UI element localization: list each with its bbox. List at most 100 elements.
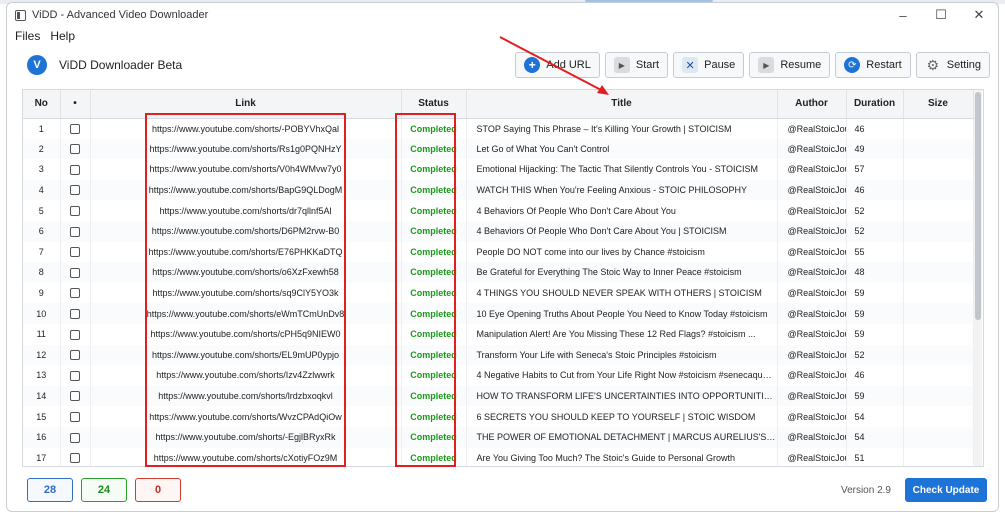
table-row[interactable]: 15 https://www.youtube.com/shorts/WvzCPAd… bbox=[23, 406, 974, 427]
column-header-size[interactable]: Size bbox=[903, 90, 974, 119]
row-status: Completed bbox=[401, 385, 467, 407]
row-checkbox bbox=[60, 200, 91, 221]
add-url-button[interactable]: + Add URL bbox=[515, 52, 600, 78]
setting-button[interactable]: ⚙ Setting bbox=[915, 52, 990, 78]
row-select-checkbox[interactable] bbox=[70, 350, 80, 361]
scrollbar-thumb[interactable] bbox=[975, 92, 981, 320]
table-header-row: No • Link Status Title Author Duration S… bbox=[23, 90, 974, 119]
table-row[interactable]: 9 https://www.youtube.com/shorts/sq9ClY5Y… bbox=[23, 282, 974, 304]
row-select-checkbox[interactable] bbox=[70, 247, 80, 258]
row-link: https://www.youtube.com/shorts/Izv4Zzlww… bbox=[90, 365, 402, 386]
table-row[interactable]: 6 https://www.youtube.com/shorts/D6PM2rvw… bbox=[23, 220, 974, 242]
row-duration: 46 bbox=[846, 179, 904, 201]
column-header-title[interactable]: Title bbox=[466, 90, 778, 119]
play-icon: ▶ bbox=[613, 57, 630, 73]
row-checkbox bbox=[60, 344, 91, 366]
row-status: Completed bbox=[401, 303, 467, 324]
row-select-checkbox[interactable] bbox=[70, 411, 80, 422]
table-row[interactable]: 16 https://www.youtube.com/shorts/-EgjlBR… bbox=[23, 426, 974, 448]
gear-icon: ⚙ bbox=[926, 56, 940, 73]
row-select-checkbox[interactable] bbox=[70, 370, 80, 381]
column-header-select[interactable]: • bbox=[60, 90, 91, 119]
row-status: Completed bbox=[401, 241, 467, 263]
row-select-checkbox[interactable] bbox=[70, 123, 80, 134]
row-select-checkbox[interactable] bbox=[70, 144, 80, 155]
column-header-author[interactable]: Author bbox=[777, 90, 847, 119]
row-size bbox=[903, 138, 974, 160]
row-select-checkbox[interactable] bbox=[70, 267, 80, 278]
minimize-button[interactable]: – bbox=[884, 3, 922, 27]
menu-files[interactable]: Files bbox=[15, 29, 40, 43]
row-author: @RealStoicJou... bbox=[777, 220, 847, 242]
row-status: Completed bbox=[401, 159, 467, 180]
table-row[interactable]: 14 https://www.youtube.com/shorts/lrdzbxo… bbox=[23, 385, 974, 407]
row-select-checkbox[interactable] bbox=[70, 164, 80, 175]
table-row[interactable]: 7 https://www.youtube.com/shorts/E76PHKKa… bbox=[23, 241, 974, 263]
pause-button[interactable]: ✕ Pause bbox=[673, 52, 745, 78]
close-button[interactable]: ✕ bbox=[960, 3, 998, 27]
row-title: HOW TO TRANSFORM LIFE'S UNCERTAINTIES IN… bbox=[466, 385, 778, 407]
column-header-no[interactable]: No bbox=[23, 90, 61, 119]
table-row[interactable]: 4 https://www.youtube.com/shorts/BapG9QLD… bbox=[23, 179, 974, 201]
table-row[interactable]: 17 https://www.youtube.com/shorts/cXotiyF… bbox=[23, 447, 974, 466]
row-checkbox bbox=[60, 365, 91, 386]
vertical-scrollbar[interactable] bbox=[974, 90, 982, 466]
start-button[interactable]: ▶ Start bbox=[604, 52, 669, 78]
resume-button[interactable]: ▶ Resume bbox=[749, 52, 831, 78]
row-select-checkbox[interactable] bbox=[70, 432, 80, 443]
row-duration: 57 bbox=[846, 159, 904, 180]
row-title: THE POWER OF EMOTIONAL DETACHMENT | MARC… bbox=[466, 426, 778, 448]
row-title: 6 SECRETS YOU SHOULD KEEP TO YOURSELF | … bbox=[466, 406, 778, 427]
row-status: Completed bbox=[401, 447, 467, 466]
row-title: Be Grateful for Everything The Stoic Way… bbox=[466, 262, 778, 283]
table-row[interactable]: 3 https://www.youtube.com/shorts/V0h4WMvw… bbox=[23, 159, 974, 180]
menu-help[interactable]: Help bbox=[50, 29, 75, 43]
table-row[interactable]: 2 https://www.youtube.com/shorts/Rs1g0PQN… bbox=[23, 138, 974, 160]
table-row[interactable]: 10 https://www.youtube.com/shorts/eWmTCmU… bbox=[23, 303, 974, 324]
check-update-button[interactable]: Check Update bbox=[905, 478, 987, 502]
row-select-checkbox[interactable] bbox=[70, 288, 80, 299]
row-size bbox=[903, 262, 974, 283]
close-x-icon: ✕ bbox=[682, 57, 699, 73]
row-select-checkbox[interactable] bbox=[70, 226, 80, 237]
row-link: https://www.youtube.com/shorts/dr7qllnf5… bbox=[90, 200, 402, 221]
completed-count-badge[interactable]: 24 bbox=[81, 478, 127, 502]
row-select-checkbox[interactable] bbox=[70, 329, 80, 340]
row-checkbox bbox=[60, 159, 91, 180]
row-select-checkbox[interactable] bbox=[70, 185, 80, 196]
row-number: 13 bbox=[23, 365, 61, 386]
row-duration: 52 bbox=[846, 344, 904, 366]
app-window-icon bbox=[15, 9, 26, 21]
maximize-button[interactable]: ☐ bbox=[922, 3, 960, 27]
row-size bbox=[903, 200, 974, 221]
table-row[interactable]: 8 https://www.youtube.com/shorts/o6XzFxew… bbox=[23, 262, 974, 283]
table-body: 1 https://www.youtube.com/shorts/-POBYVhx… bbox=[23, 118, 974, 466]
row-select-checkbox[interactable] bbox=[70, 391, 80, 402]
row-title: 4 Negative Habits to Cut from Your Life … bbox=[466, 365, 778, 386]
row-status: Completed bbox=[401, 220, 467, 242]
column-header-status[interactable]: Status bbox=[401, 90, 467, 119]
toolbar-buttons: + Add URL ▶ Start ✕ Pause ▶ Resume ⟳ Res… bbox=[515, 52, 990, 78]
column-header-duration[interactable]: Duration bbox=[846, 90, 904, 119]
row-checkbox bbox=[60, 262, 91, 283]
start-label: Start bbox=[635, 59, 660, 71]
restart-button[interactable]: ⟳ Restart bbox=[835, 52, 911, 78]
row-checkbox bbox=[60, 303, 91, 324]
row-size bbox=[903, 179, 974, 201]
row-size bbox=[903, 426, 974, 448]
row-title: STOP Saying This Phrase – It's Killing Y… bbox=[466, 118, 778, 139]
table-row[interactable]: 1 https://www.youtube.com/shorts/-POBYVhx… bbox=[23, 118, 974, 139]
table-row[interactable]: 13 https://www.youtube.com/shorts/Izv4Zzl… bbox=[23, 365, 974, 386]
row-status: Completed bbox=[401, 282, 467, 304]
table-row[interactable]: 5 https://www.youtube.com/shorts/dr7qllnf… bbox=[23, 200, 974, 221]
row-select-checkbox[interactable] bbox=[70, 308, 80, 319]
table-row[interactable]: 11 https://www.youtube.com/shorts/cPH5q9N… bbox=[23, 323, 974, 345]
version-label: Version 2.9 bbox=[840, 484, 891, 496]
row-author: @RealStoicJou... bbox=[777, 323, 847, 345]
table-row[interactable]: 12 https://www.youtube.com/shorts/EL9mUP0… bbox=[23, 344, 974, 366]
column-header-link[interactable]: Link bbox=[90, 90, 402, 119]
row-select-checkbox[interactable] bbox=[70, 453, 80, 464]
total-count-badge[interactable]: 28 bbox=[27, 478, 73, 502]
row-select-checkbox[interactable] bbox=[70, 205, 80, 216]
error-count-badge[interactable]: 0 bbox=[135, 478, 181, 502]
